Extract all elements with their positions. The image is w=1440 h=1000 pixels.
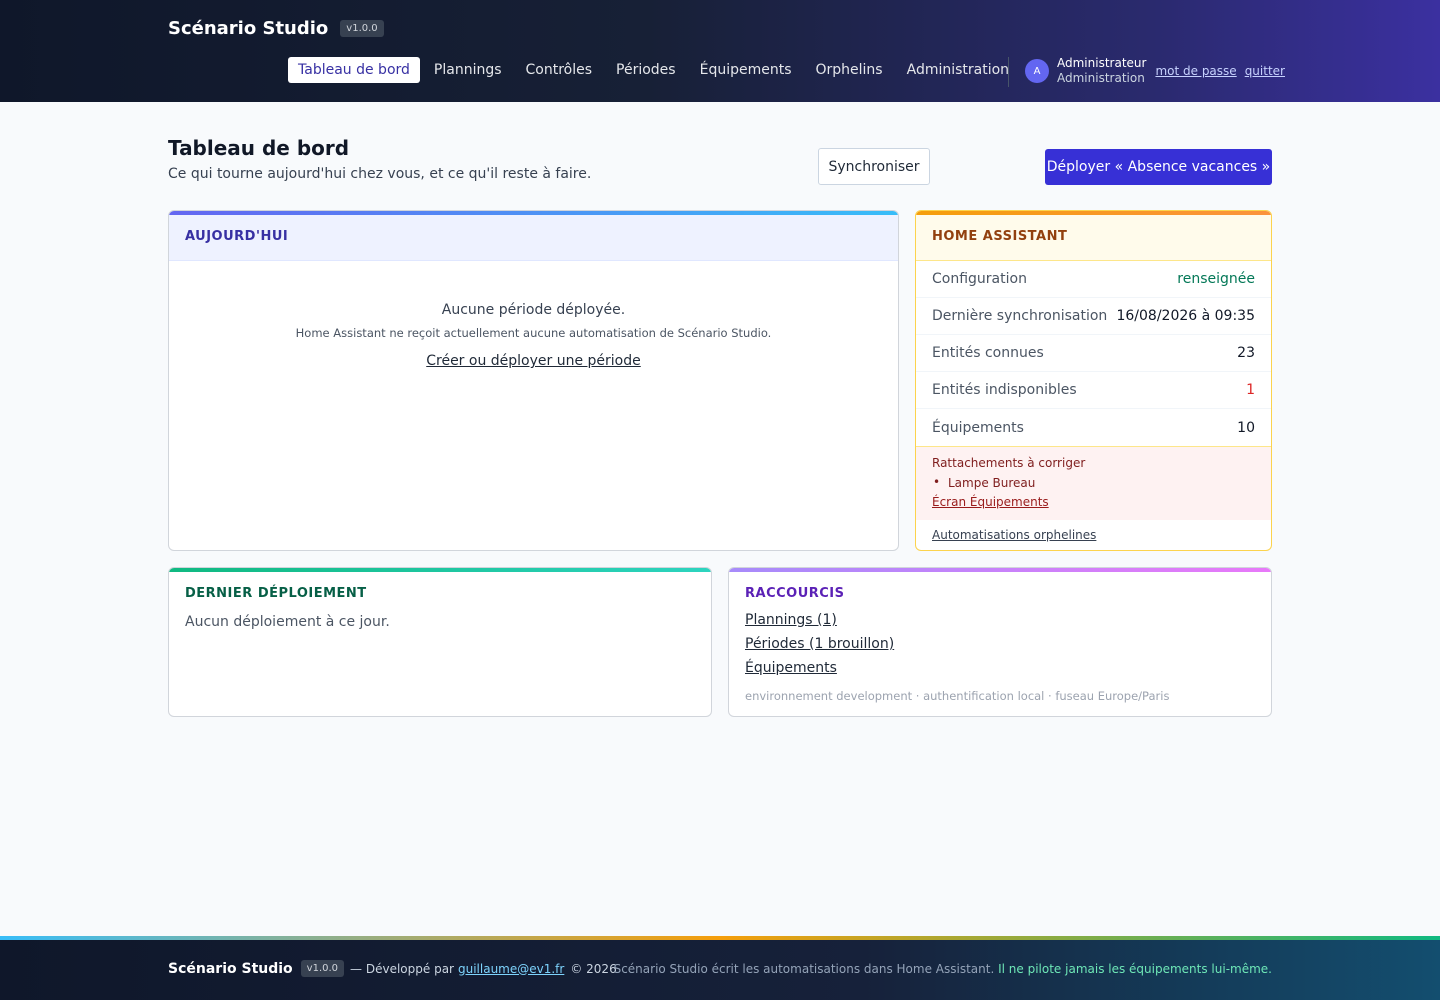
last-deployment-title: DERNIER DÉPLOIEMENT — [185, 586, 367, 601]
nav-divider — [1008, 57, 1009, 87]
ha-row-configuration: Configuration renseignée — [916, 261, 1271, 298]
ha-value: 1 — [1246, 382, 1255, 398]
alert-item: Lampe Bureau — [932, 475, 1255, 490]
today-empty-title: Aucune période déployée. — [441, 302, 626, 318]
shortcuts-title: RACCOURCIS — [745, 586, 845, 601]
card-accent-bar — [729, 568, 1271, 572]
page-subtitle: Ce qui tourne aujourd'hui chez vous, et … — [168, 166, 592, 182]
nav-tableau-de-bord[interactable]: Tableau de bord — [288, 57, 420, 83]
shortcut-periodes[interactable]: Périodes (1 brouillon) — [745, 636, 894, 652]
shortcut-equipements[interactable]: Équipements — [745, 660, 837, 676]
create-period-link-text[interactable]: Créer ou déployer une période — [426, 353, 641, 369]
avatar: A — [1025, 59, 1049, 83]
ha-label: Configuration — [932, 271, 1027, 287]
version-badge: v1.0.0 — [340, 20, 384, 37]
environment-info: environnement development · authentifica… — [745, 689, 1170, 703]
ha-value: 23 — [1237, 345, 1255, 361]
footer-notice-accent: Il ne pilote jamais les équipements lui-… — [998, 962, 1272, 976]
user-info: Administrateur Administration — [1057, 56, 1146, 86]
last-deployment-empty: Aucun déploiement à ce jour. — [185, 614, 390, 630]
logout-link[interactable]: quitter — [1245, 64, 1285, 78]
ha-value: 16/08/2026 à 09:35 — [1116, 308, 1255, 324]
brand-title[interactable]: Scénario Studio — [168, 18, 328, 39]
nav-periodes[interactable]: Périodes — [606, 57, 686, 83]
nav-plannings[interactable]: Plannings — [424, 57, 512, 83]
card-accent-bar — [916, 211, 1271, 215]
ha-label: Dernière synchronisation — [932, 308, 1108, 324]
card-accent-bar — [169, 211, 898, 215]
top-header: Scénario Studio v1.0.0 Tableau de bord P… — [0, 0, 1440, 102]
card-header: AUJOURD'HUI — [169, 211, 898, 261]
footer-copyright: © 2026 — [570, 961, 617, 976]
home-assistant-card: HOME ASSISTANT Configuration renseignée … — [915, 210, 1272, 551]
ha-label: Équipements — [932, 419, 1024, 436]
card-accent-bar — [169, 568, 711, 572]
footer-notice-text: Scénario Studio écrit les automatisation… — [613, 962, 995, 976]
ha-label: Entités connues — [932, 345, 1044, 361]
footer-left: Scénario Studio v1.0.0 — Développé par g… — [168, 960, 617, 977]
today-title: AUJOURD'HUI — [185, 229, 289, 244]
footer-notice: Scénario Studio écrit les automatisation… — [614, 962, 1272, 976]
sync-button[interactable]: Synchroniser — [818, 148, 930, 185]
orphan-automations-link[interactable]: Automatisations orphelines — [916, 520, 1271, 542]
binding-alert: Rattachements à corriger Lampe Bureau Éc… — [916, 446, 1271, 520]
main-nav: Tableau de bord Plannings Contrôles Péri… — [288, 57, 1023, 83]
nav-controles[interactable]: Contrôles — [516, 57, 603, 83]
ha-row-equipements: Équipements 10 — [916, 409, 1271, 446]
footer-version-badge: v1.0.0 — [300, 960, 345, 977]
today-empty-description: Home Assistant ne reçoit actuellement au… — [295, 326, 772, 340]
footer: Scénario Studio v1.0.0 — Développé par g… — [0, 940, 1440, 1000]
ha-row-unavailable-entities: Entités indisponibles 1 — [916, 372, 1271, 409]
today-card: AUJOURD'HUI Aucune période déployée. Hom… — [168, 210, 899, 551]
card-header: HOME ASSISTANT — [916, 211, 1271, 261]
password-link[interactable]: mot de passe — [1155, 64, 1236, 78]
ha-row-known-entities: Entités connues 23 — [916, 335, 1271, 372]
create-period-link: Créer ou déployer une période — [169, 353, 898, 369]
page-title: Tableau de bord — [168, 136, 350, 160]
ha-label: Entités indisponibles — [932, 382, 1077, 398]
footer-dev-prefix: — Développé par — [350, 961, 454, 976]
nav-orphelins[interactable]: Orphelins — [806, 57, 893, 83]
developer-email-link[interactable]: guillaume@ev1.fr — [458, 962, 564, 976]
equipements-screen-link[interactable]: Écran Équipements — [932, 495, 1255, 509]
ha-value: renseignée — [1177, 271, 1255, 287]
alert-title: Rattachements à corriger — [932, 456, 1086, 470]
shortcut-plannings[interactable]: Plannings (1) — [745, 612, 837, 628]
nav-administration[interactable]: Administration — [897, 57, 1019, 83]
brand: Scénario Studio v1.0.0 — [168, 18, 384, 39]
user-role: Administration — [1057, 71, 1145, 85]
shortcuts-card: RACCOURCIS Plannings (1) Périodes (1 bro… — [728, 567, 1272, 717]
deploy-period-button[interactable]: Déployer « Absence vacances » — [1045, 149, 1272, 185]
home-assistant-title: HOME ASSISTANT — [932, 229, 1068, 244]
last-deployment-card: DERNIER DÉPLOIEMENT Aucun déploiement à … — [168, 567, 712, 717]
ha-row-last-sync: Dernière synchronisation 16/08/2026 à 09… — [916, 298, 1271, 335]
ha-value: 10 — [1237, 419, 1255, 436]
footer-brand: Scénario Studio — [168, 960, 293, 977]
user-name: Administrateur — [1057, 56, 1147, 70]
user-menu: A Administrateur Administration mot de p… — [1025, 56, 1293, 86]
nav-equipements[interactable]: Équipements — [690, 57, 802, 83]
